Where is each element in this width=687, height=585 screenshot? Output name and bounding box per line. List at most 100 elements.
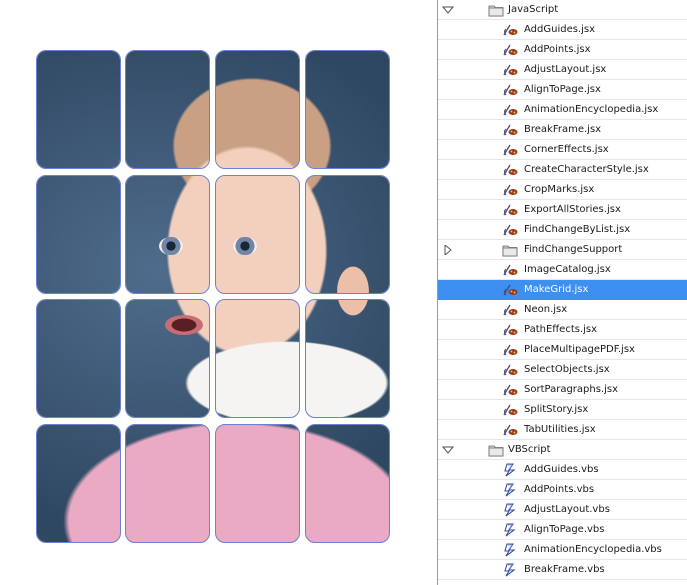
script-row[interactable]: CropMarks.jsx bbox=[438, 180, 687, 200]
disclosure-expanded-icon[interactable] bbox=[441, 445, 455, 455]
jsx-script-icon bbox=[502, 343, 518, 357]
script-row[interactable]: SortParagraphs.jsx bbox=[438, 380, 687, 400]
script-row[interactable]: ImageCatalog.jsx bbox=[438, 260, 687, 280]
photo-tile[interactable] bbox=[215, 424, 300, 543]
vbs-script-icon bbox=[502, 523, 518, 537]
script-row[interactable]: AlignToPage.jsx bbox=[438, 80, 687, 100]
jsx-script-icon bbox=[502, 303, 518, 317]
jsx-script-icon bbox=[502, 143, 518, 157]
jsx-script-icon bbox=[502, 223, 518, 237]
jsx-script-icon bbox=[502, 183, 518, 197]
script-label: AnimationEncyclopedia.vbs bbox=[524, 544, 662, 555]
jsx-script-icon bbox=[502, 43, 518, 57]
jsx-script-icon bbox=[502, 63, 518, 77]
photo-tile[interactable] bbox=[36, 50, 121, 169]
jsx-script-icon bbox=[502, 83, 518, 97]
script-row[interactable]: AnimationEncyclopedia.jsx bbox=[438, 100, 687, 120]
vbs-script-icon bbox=[502, 563, 518, 577]
jsx-script-icon bbox=[502, 23, 518, 37]
script-label: BreakFrame.vbs bbox=[524, 564, 605, 575]
script-label: PathEffects.jsx bbox=[524, 324, 598, 335]
photo-tile[interactable] bbox=[125, 424, 210, 543]
script-label: SelectObjects.jsx bbox=[524, 364, 610, 375]
script-row[interactable]: ExportAllStories.jsx bbox=[438, 200, 687, 220]
script-label: CropMarks.jsx bbox=[524, 184, 595, 195]
vbs-script-icon bbox=[502, 503, 518, 517]
folder-row[interactable]: JavaScript bbox=[438, 0, 687, 20]
script-label: PlaceMultipagePDF.jsx bbox=[524, 344, 635, 355]
folder-icon bbox=[502, 243, 518, 257]
script-label: FindChangeByList.jsx bbox=[524, 224, 631, 235]
photo-tile[interactable] bbox=[215, 299, 300, 418]
photo-tile[interactable] bbox=[305, 175, 390, 294]
folder-row[interactable]: VBScript bbox=[438, 440, 687, 460]
script-label: CreateCharacterStyle.jsx bbox=[524, 164, 649, 175]
vbs-script-icon bbox=[502, 543, 518, 557]
photo-tile[interactable] bbox=[36, 299, 121, 418]
jsx-script-icon bbox=[502, 263, 518, 277]
jsx-script-icon bbox=[502, 163, 518, 177]
script-row[interactable]: BreakFrame.vbs bbox=[438, 560, 687, 580]
script-row[interactable]: AnimationEncyclopedia.vbs bbox=[438, 540, 687, 560]
script-label: SplitStory.jsx bbox=[524, 404, 589, 415]
script-row[interactable]: BreakFrame.jsx bbox=[438, 120, 687, 140]
script-row[interactable]: AddGuides.vbs bbox=[438, 460, 687, 480]
photo-tile[interactable] bbox=[36, 175, 121, 294]
script-label: AddPoints.jsx bbox=[524, 44, 591, 55]
script-label: AlignToPage.vbs bbox=[524, 524, 605, 535]
scripts-panel: JavaScript AddGuides.jsx AddPoints.jsx Adju… bbox=[437, 0, 687, 585]
photo-tile[interactable] bbox=[305, 299, 390, 418]
script-row[interactable]: AddPoints.jsx bbox=[438, 40, 687, 60]
photo-tile[interactable] bbox=[36, 424, 121, 543]
script-row[interactable]: Neon.jsx bbox=[438, 300, 687, 320]
disclosure-expanded-icon[interactable] bbox=[441, 5, 455, 15]
photo-tile[interactable] bbox=[215, 50, 300, 169]
script-row[interactable]: CreateCharacterStyle.jsx bbox=[438, 160, 687, 180]
script-label: FindChangeSupport bbox=[524, 244, 623, 255]
script-label: AddGuides.jsx bbox=[524, 24, 596, 35]
photo-tile[interactable] bbox=[215, 175, 300, 294]
jsx-script-icon bbox=[502, 383, 518, 397]
script-label: JavaScript bbox=[508, 4, 559, 15]
jsx-script-icon bbox=[502, 363, 518, 377]
jsx-script-icon bbox=[502, 123, 518, 137]
vbs-script-icon bbox=[502, 463, 518, 477]
folder-row[interactable]: FindChangeSupport bbox=[438, 240, 687, 260]
jsx-script-icon bbox=[502, 203, 518, 217]
script-label: MakeGrid.jsx bbox=[524, 284, 589, 295]
script-row[interactable]: AlignToPage.vbs bbox=[438, 520, 687, 540]
vbs-script-icon bbox=[502, 483, 518, 497]
script-row[interactable]: CornerEffects.jsx bbox=[438, 140, 687, 160]
photo-tile[interactable] bbox=[305, 50, 390, 169]
folder-icon bbox=[488, 443, 504, 457]
script-row[interactable]: PathEffects.jsx bbox=[438, 320, 687, 340]
jsx-script-icon bbox=[502, 423, 518, 437]
script-row[interactable]: FindChangeByList.jsx bbox=[438, 220, 687, 240]
script-row[interactable]: AddGuides.jsx bbox=[438, 20, 687, 40]
script-label: SortParagraphs.jsx bbox=[524, 384, 619, 395]
script-label: AdjustLayout.vbs bbox=[524, 504, 610, 515]
script-row[interactable]: PlaceMultipagePDF.jsx bbox=[438, 340, 687, 360]
script-label: ImageCatalog.jsx bbox=[524, 264, 611, 275]
script-row[interactable]: MakeGrid.jsx bbox=[438, 280, 687, 300]
photo-tile[interactable] bbox=[125, 175, 210, 294]
script-row[interactable]: SplitStory.jsx bbox=[438, 400, 687, 420]
script-label: ExportAllStories.jsx bbox=[524, 204, 621, 215]
script-label: AdjustLayout.jsx bbox=[524, 64, 607, 75]
script-row[interactable]: AdjustLayout.jsx bbox=[438, 60, 687, 80]
script-row[interactable]: TabUtilities.jsx bbox=[438, 420, 687, 440]
script-label: BreakFrame.jsx bbox=[524, 124, 602, 135]
script-row[interactable]: AddPoints.vbs bbox=[438, 480, 687, 500]
script-label: AlignToPage.jsx bbox=[524, 84, 601, 95]
script-label: AddPoints.vbs bbox=[524, 484, 595, 495]
disclosure-collapsed-icon[interactable] bbox=[442, 243, 454, 257]
script-row[interactable]: SelectObjects.jsx bbox=[438, 360, 687, 380]
photo-tile[interactable] bbox=[125, 299, 210, 418]
document-canvas bbox=[0, 0, 437, 585]
photo-tile[interactable] bbox=[125, 50, 210, 169]
photo-tile[interactable] bbox=[305, 424, 390, 543]
script-row[interactable]: AdjustLayout.vbs bbox=[438, 500, 687, 520]
jsx-script-icon bbox=[502, 403, 518, 417]
script-label: CornerEffects.jsx bbox=[524, 144, 609, 155]
folder-icon bbox=[488, 3, 504, 17]
